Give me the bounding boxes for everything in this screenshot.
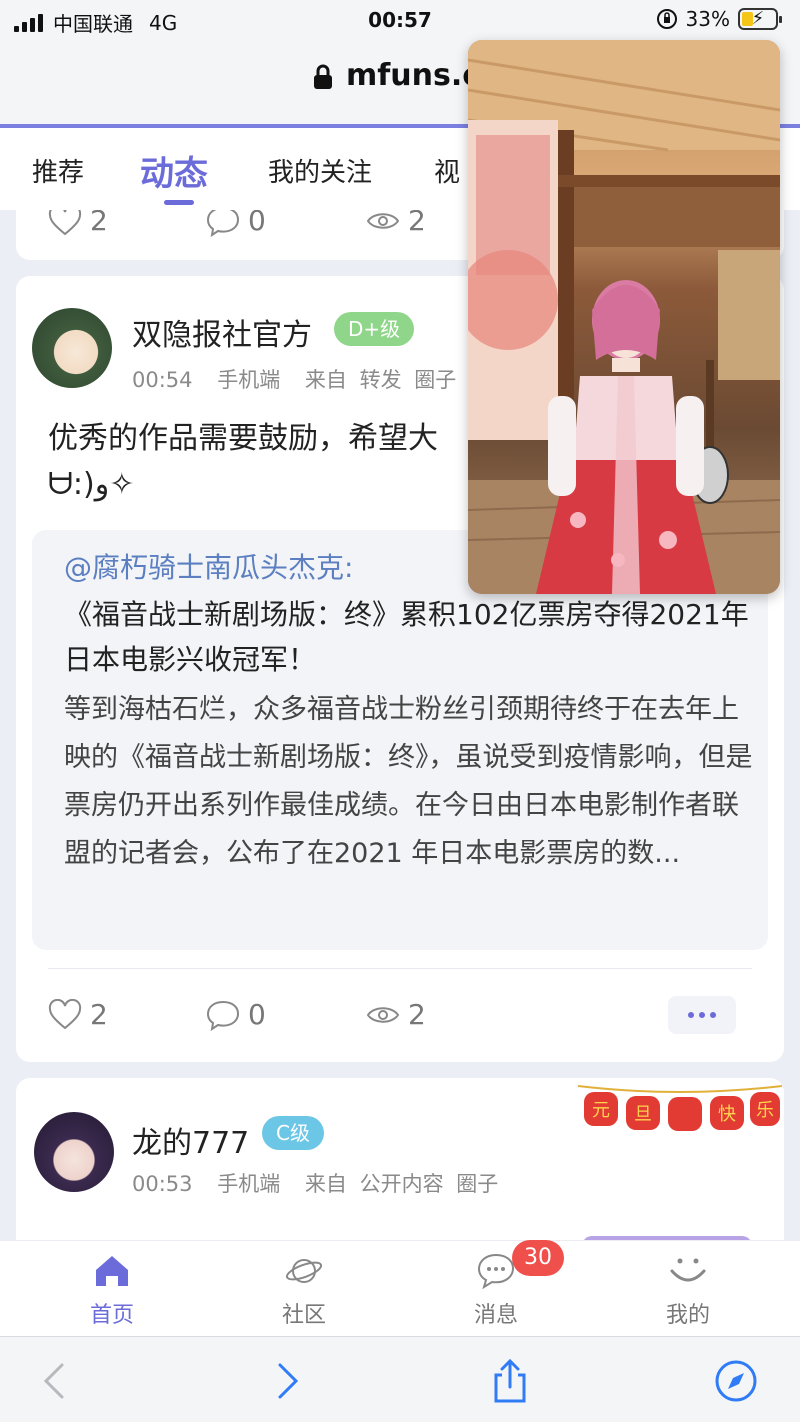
like-button[interactable]: 2 <box>48 998 108 1031</box>
like-count: 2 <box>90 998 108 1031</box>
lock-icon <box>314 64 332 89</box>
more-dot <box>710 1012 716 1018</box>
battery-icon: ⚡ <box>738 8 782 30</box>
eye-icon <box>366 1006 400 1023</box>
tab-following[interactable]: 我的关注 <box>268 152 372 189</box>
nav-label: 首页 <box>89 1303 134 1328</box>
avatar[interactable] <box>34 1112 114 1192</box>
tab-dynamics[interactable]: 动态 <box>140 146 208 195</box>
more-dot <box>699 1012 705 1018</box>
post-source[interactable]: 公开内容 <box>360 1172 444 1196</box>
avatar[interactable] <box>32 308 112 388</box>
heart-icon <box>48 998 82 1029</box>
post-time: 00:54 <box>132 368 193 392</box>
lantern-icon: 乐 <box>750 1092 780 1126</box>
quoted-headline: 《福音战士新剧场版：终》累积102亿票房夺得2021年日本电影兴收冠军！ <box>64 598 749 676</box>
nav-label: 消息 <box>473 1303 518 1328</box>
character-illustration <box>468 40 780 594</box>
lantern-icon: 快 <box>710 1096 744 1130</box>
comment-icon <box>206 210 240 237</box>
mention-link[interactable]: @腐朽骑士南瓜头杰克: <box>64 546 353 586</box>
post-source-suffix: 圈子 <box>456 1172 499 1196</box>
view-count: 2 <box>408 210 426 237</box>
quoted-excerpt: 等到海枯石烂，众多福音战士粉丝引颈期待终于在去年上映的《福音战士新剧场版：终》，… <box>64 694 753 869</box>
post-device: 手机端 <box>217 368 281 392</box>
view-count: 2 <box>408 998 426 1031</box>
nav-profile[interactable]: 我的 <box>628 1251 748 1329</box>
planet-icon <box>285 1259 323 1283</box>
nav-label: 我的 <box>665 1303 710 1328</box>
svg-text:元: 元 <box>592 1100 610 1120</box>
battery-percent: 33% <box>685 7 730 31</box>
orientation-lock-icon <box>656 9 677 29</box>
svg-text:旦: 旦 <box>634 1104 652 1124</box>
post-meta: 00:53 手机端 来自 公开内容 圈子 <box>132 1168 516 1198</box>
forward-icon[interactable] <box>262 1357 310 1405</box>
back-icon[interactable] <box>32 1357 80 1405</box>
feed-card-next[interactable]: 龙的777 C级 00:53 手机端 来自 公开内容 圈子 元 旦 快 乐 <box>16 1078 784 1240</box>
heart-icon <box>48 210 82 235</box>
like-count: 2 <box>90 210 108 237</box>
floating-character-widget[interactable] <box>468 40 780 594</box>
card-divider <box>48 968 752 969</box>
username[interactable]: 龙的777 <box>132 1118 249 1162</box>
username[interactable]: 双隐报社官方 <box>132 310 312 354</box>
comment-count: 0 <box>248 998 266 1031</box>
comment-button[interactable]: 0 <box>206 998 266 1031</box>
lantern-icon: 元 <box>584 1092 618 1126</box>
message-count-badge: 30 <box>512 1240 564 1276</box>
nav-home[interactable]: 首页 <box>52 1251 172 1329</box>
post-time: 00:53 <box>132 1172 193 1196</box>
views-previous: 2 <box>366 210 426 237</box>
nav-community[interactable]: 社区 <box>244 1251 364 1329</box>
status-bar: 中国联通 4G 00:57 33% ⚡ <box>0 0 800 44</box>
post-source-prefix: 来自 <box>304 1172 347 1196</box>
post-source-suffix: 圈子 <box>414 368 457 392</box>
url-text[interactable]: mfuns.c <box>346 58 480 93</box>
smile-icon <box>670 1258 706 1282</box>
svg-text:快: 快 <box>718 1104 736 1124</box>
lantern-icon: 旦 <box>626 1096 660 1130</box>
post-meta: 00:54 手机端 来自 转发 圈子 <box>132 364 474 394</box>
level-badge: D+级 <box>334 312 415 346</box>
comment-count: 0 <box>248 210 266 237</box>
post-source[interactable]: 转发 <box>360 368 402 392</box>
new-year-lantern-banner: 元 旦 快 乐 <box>577 1085 783 1131</box>
nav-label: 社区 <box>281 1303 326 1328</box>
comment-button-previous[interactable]: 0 <box>206 210 266 237</box>
views: 2 <box>366 998 426 1031</box>
svg-text:乐: 乐 <box>756 1100 774 1120</box>
share-icon[interactable] <box>486 1357 534 1405</box>
post-source-prefix: 来自 <box>304 368 347 392</box>
comment-icon <box>206 1000 240 1031</box>
tab-video[interactable]: 视 <box>434 152 460 189</box>
more-options-button[interactable] <box>668 996 736 1034</box>
chat-icon <box>477 1253 515 1290</box>
eye-icon <box>366 212 400 229</box>
browser-toolbar <box>0 1336 800 1422</box>
like-button-previous[interactable]: 2 <box>48 210 108 237</box>
bottom-navigation: 首页 社区 消息 我的 <box>0 1240 800 1336</box>
lantern-icon <box>668 1097 702 1131</box>
more-dot <box>688 1012 694 1018</box>
post-device: 手机端 <box>217 1172 281 1196</box>
home-icon <box>96 1256 128 1286</box>
level-badge: C级 <box>262 1116 324 1150</box>
active-tab-indicator <box>164 200 194 205</box>
tab-recommend[interactable]: 推荐 <box>32 152 84 189</box>
compass-icon[interactable] <box>712 1357 760 1405</box>
